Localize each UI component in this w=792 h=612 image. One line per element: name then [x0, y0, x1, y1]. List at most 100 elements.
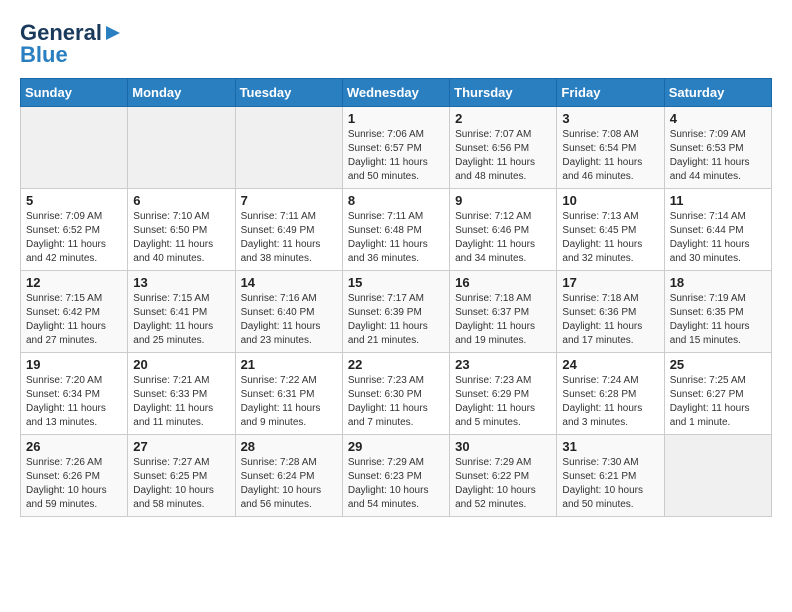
day-number: 23: [455, 357, 551, 372]
day-info: Sunrise: 7:29 AMSunset: 6:22 PMDaylight:…: [455, 456, 551, 512]
calendar-cell: [21, 107, 128, 189]
day-number: 6: [133, 193, 229, 208]
calendar-cell: 27 Sunrise: 7:27 AMSunset: 6:25 PMDaylig…: [128, 435, 235, 517]
day-info: Sunrise: 7:21 AMSunset: 6:33 PMDaylight:…: [133, 374, 229, 430]
day-number: 12: [26, 275, 122, 290]
calendar-cell: 15 Sunrise: 7:17 AMSunset: 6:39 PMDaylig…: [342, 271, 449, 353]
day-number: 25: [670, 357, 766, 372]
day-number: 27: [133, 439, 229, 454]
day-info: Sunrise: 7:15 AMSunset: 6:41 PMDaylight:…: [133, 292, 229, 348]
day-info: Sunrise: 7:20 AMSunset: 6:34 PMDaylight:…: [26, 374, 122, 430]
calendar-cell: 14 Sunrise: 7:16 AMSunset: 6:40 PMDaylig…: [235, 271, 342, 353]
calendar-cell: 19 Sunrise: 7:20 AMSunset: 6:34 PMDaylig…: [21, 353, 128, 435]
calendar-cell: 28 Sunrise: 7:28 AMSunset: 6:24 PMDaylig…: [235, 435, 342, 517]
day-info: Sunrise: 7:12 AMSunset: 6:46 PMDaylight:…: [455, 210, 551, 266]
weekday-header-sunday: Sunday: [21, 79, 128, 107]
day-number: 8: [348, 193, 444, 208]
calendar-cell: 8 Sunrise: 7:11 AMSunset: 6:48 PMDayligh…: [342, 189, 449, 271]
day-info: Sunrise: 7:16 AMSunset: 6:40 PMDaylight:…: [241, 292, 337, 348]
day-number: 29: [348, 439, 444, 454]
calendar-cell: [128, 107, 235, 189]
calendar-week-row: 12 Sunrise: 7:15 AMSunset: 6:42 PMDaylig…: [21, 271, 772, 353]
day-number: 22: [348, 357, 444, 372]
calendar-cell: 22 Sunrise: 7:23 AMSunset: 6:30 PMDaylig…: [342, 353, 449, 435]
calendar-cell: 30 Sunrise: 7:29 AMSunset: 6:22 PMDaylig…: [450, 435, 557, 517]
day-info: Sunrise: 7:18 AMSunset: 6:36 PMDaylight:…: [562, 292, 658, 348]
day-number: 21: [241, 357, 337, 372]
weekday-header-monday: Monday: [128, 79, 235, 107]
calendar-cell: 5 Sunrise: 7:09 AMSunset: 6:52 PMDayligh…: [21, 189, 128, 271]
day-info: Sunrise: 7:25 AMSunset: 6:27 PMDaylight:…: [670, 374, 766, 430]
day-number: 30: [455, 439, 551, 454]
day-info: Sunrise: 7:17 AMSunset: 6:39 PMDaylight:…: [348, 292, 444, 348]
calendar-cell: 31 Sunrise: 7:30 AMSunset: 6:21 PMDaylig…: [557, 435, 664, 517]
day-number: 10: [562, 193, 658, 208]
calendar-cell: 10 Sunrise: 7:13 AMSunset: 6:45 PMDaylig…: [557, 189, 664, 271]
calendar-cell: 29 Sunrise: 7:29 AMSunset: 6:23 PMDaylig…: [342, 435, 449, 517]
day-number: 5: [26, 193, 122, 208]
day-number: 14: [241, 275, 337, 290]
day-number: 3: [562, 111, 658, 126]
day-info: Sunrise: 7:10 AMSunset: 6:50 PMDaylight:…: [133, 210, 229, 266]
day-number: 31: [562, 439, 658, 454]
day-number: 13: [133, 275, 229, 290]
day-info: Sunrise: 7:23 AMSunset: 6:29 PMDaylight:…: [455, 374, 551, 430]
day-info: Sunrise: 7:08 AMSunset: 6:54 PMDaylight:…: [562, 128, 658, 184]
day-info: Sunrise: 7:15 AMSunset: 6:42 PMDaylight:…: [26, 292, 122, 348]
calendar-cell: 4 Sunrise: 7:09 AMSunset: 6:53 PMDayligh…: [664, 107, 771, 189]
day-number: 1: [348, 111, 444, 126]
calendar-cell: 12 Sunrise: 7:15 AMSunset: 6:42 PMDaylig…: [21, 271, 128, 353]
calendar-cell: 3 Sunrise: 7:08 AMSunset: 6:54 PMDayligh…: [557, 107, 664, 189]
calendar-cell: 20 Sunrise: 7:21 AMSunset: 6:33 PMDaylig…: [128, 353, 235, 435]
logo: General Blue: [20, 20, 122, 68]
day-info: Sunrise: 7:09 AMSunset: 6:53 PMDaylight:…: [670, 128, 766, 184]
weekday-header-row: SundayMondayTuesdayWednesdayThursdayFrid…: [21, 79, 772, 107]
weekday-header-wednesday: Wednesday: [342, 79, 449, 107]
calendar-cell: 17 Sunrise: 7:18 AMSunset: 6:36 PMDaylig…: [557, 271, 664, 353]
day-info: Sunrise: 7:28 AMSunset: 6:24 PMDaylight:…: [241, 456, 337, 512]
calendar-cell: 21 Sunrise: 7:22 AMSunset: 6:31 PMDaylig…: [235, 353, 342, 435]
day-info: Sunrise: 7:26 AMSunset: 6:26 PMDaylight:…: [26, 456, 122, 512]
day-info: Sunrise: 7:22 AMSunset: 6:31 PMDaylight:…: [241, 374, 337, 430]
calendar-cell: 23 Sunrise: 7:23 AMSunset: 6:29 PMDaylig…: [450, 353, 557, 435]
calendar-cell: 18 Sunrise: 7:19 AMSunset: 6:35 PMDaylig…: [664, 271, 771, 353]
day-number: 7: [241, 193, 337, 208]
day-info: Sunrise: 7:24 AMSunset: 6:28 PMDaylight:…: [562, 374, 658, 430]
calendar-cell: [235, 107, 342, 189]
day-info: Sunrise: 7:14 AMSunset: 6:44 PMDaylight:…: [670, 210, 766, 266]
day-info: Sunrise: 7:13 AMSunset: 6:45 PMDaylight:…: [562, 210, 658, 266]
calendar-cell: 1 Sunrise: 7:06 AMSunset: 6:57 PMDayligh…: [342, 107, 449, 189]
day-number: 16: [455, 275, 551, 290]
calendar-cell: 2 Sunrise: 7:07 AMSunset: 6:56 PMDayligh…: [450, 107, 557, 189]
day-info: Sunrise: 7:18 AMSunset: 6:37 PMDaylight:…: [455, 292, 551, 348]
weekday-header-tuesday: Tuesday: [235, 79, 342, 107]
day-info: Sunrise: 7:11 AMSunset: 6:48 PMDaylight:…: [348, 210, 444, 266]
calendar-table: SundayMondayTuesdayWednesdayThursdayFrid…: [20, 78, 772, 517]
day-info: Sunrise: 7:09 AMSunset: 6:52 PMDaylight:…: [26, 210, 122, 266]
calendar-cell: 16 Sunrise: 7:18 AMSunset: 6:37 PMDaylig…: [450, 271, 557, 353]
calendar-week-row: 19 Sunrise: 7:20 AMSunset: 6:34 PMDaylig…: [21, 353, 772, 435]
calendar-cell: 11 Sunrise: 7:14 AMSunset: 6:44 PMDaylig…: [664, 189, 771, 271]
weekday-header-thursday: Thursday: [450, 79, 557, 107]
day-info: Sunrise: 7:06 AMSunset: 6:57 PMDaylight:…: [348, 128, 444, 184]
calendar-cell: 13 Sunrise: 7:15 AMSunset: 6:41 PMDaylig…: [128, 271, 235, 353]
calendar-cell: 24 Sunrise: 7:24 AMSunset: 6:28 PMDaylig…: [557, 353, 664, 435]
day-info: Sunrise: 7:29 AMSunset: 6:23 PMDaylight:…: [348, 456, 444, 512]
weekday-header-saturday: Saturday: [664, 79, 771, 107]
day-number: 24: [562, 357, 658, 372]
day-number: 15: [348, 275, 444, 290]
day-number: 2: [455, 111, 551, 126]
calendar-week-row: 5 Sunrise: 7:09 AMSunset: 6:52 PMDayligh…: [21, 189, 772, 271]
day-number: 18: [670, 275, 766, 290]
calendar-cell: 26 Sunrise: 7:26 AMSunset: 6:26 PMDaylig…: [21, 435, 128, 517]
day-info: Sunrise: 7:19 AMSunset: 6:35 PMDaylight:…: [670, 292, 766, 348]
calendar-cell: 25 Sunrise: 7:25 AMSunset: 6:27 PMDaylig…: [664, 353, 771, 435]
calendar-cell: 9 Sunrise: 7:12 AMSunset: 6:46 PMDayligh…: [450, 189, 557, 271]
weekday-header-friday: Friday: [557, 79, 664, 107]
day-number: 9: [455, 193, 551, 208]
calendar-cell: 7 Sunrise: 7:11 AMSunset: 6:49 PMDayligh…: [235, 189, 342, 271]
day-number: 20: [133, 357, 229, 372]
calendar-week-row: 1 Sunrise: 7:06 AMSunset: 6:57 PMDayligh…: [21, 107, 772, 189]
logo-blue: Blue: [20, 42, 68, 68]
day-info: Sunrise: 7:07 AMSunset: 6:56 PMDaylight:…: [455, 128, 551, 184]
